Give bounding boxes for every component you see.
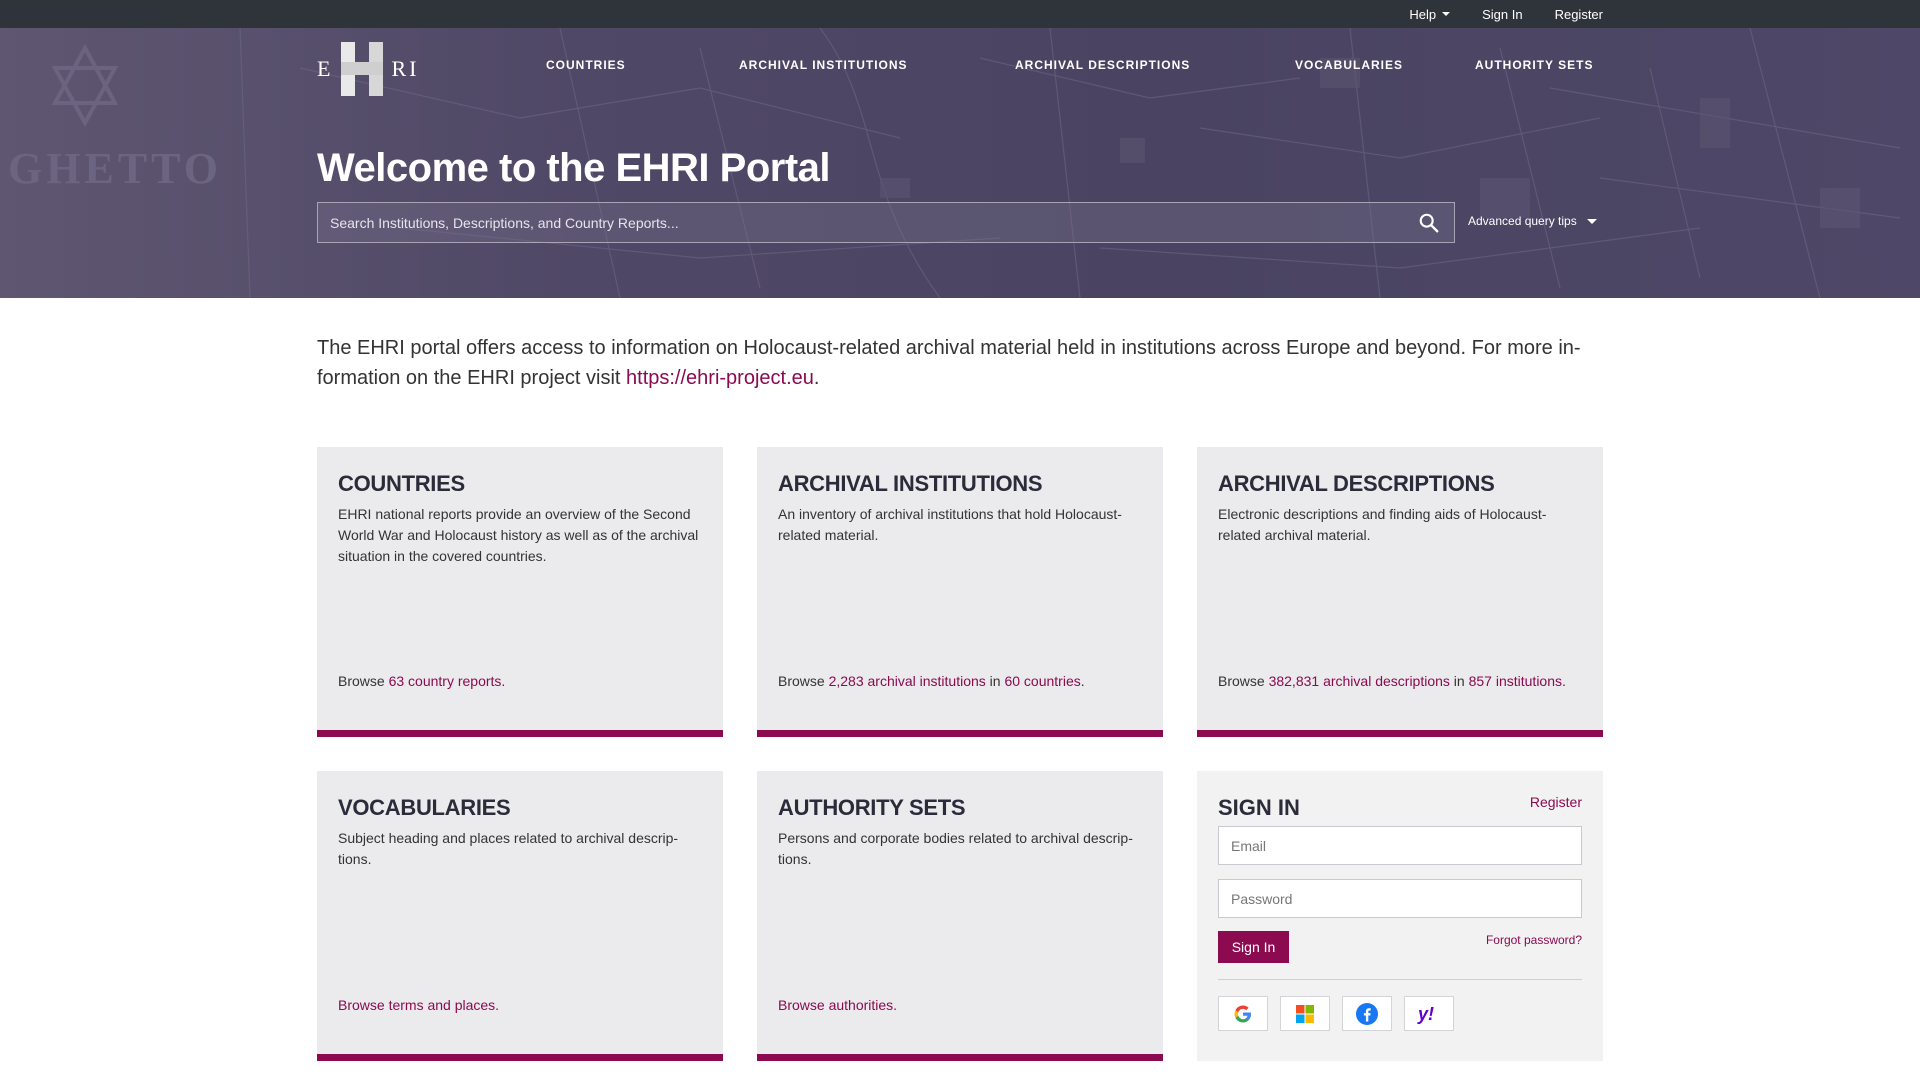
card-title[interactable]: ARCHIVAL DESCRIPTIONS <box>1218 471 1495 497</box>
logo-letters-ri: RI <box>391 56 420 81</box>
card-browse-line: Browse authorities. <box>778 997 897 1013</box>
institutions-link[interactable]: 2,283 archival institutions <box>829 673 986 689</box>
nav-archival-descriptions[interactable]: ARCHIVAL DESCRIPTIONS <box>1015 58 1190 82</box>
yahoo-icon: y! <box>1417 1004 1434 1024</box>
caret-down-icon <box>1586 218 1597 224</box>
browse-prefix: Browse <box>778 673 829 689</box>
map-background-image: GHETTO <box>8 28 1901 298</box>
page-title: Welcome to the EHRI Portal <box>317 146 831 190</box>
email-field[interactable] <box>1218 826 1582 865</box>
search-bar <box>317 202 1455 243</box>
help-menu[interactable]: Help <box>1409 6 1451 22</box>
browse-prefix: Browse <box>338 673 389 689</box>
browse-terms-link[interactable]: Browse terms and places. <box>338 997 499 1013</box>
card-archival-descriptions: ARCHIVAL DESCRIPTIONS Electronic descrip… <box>1197 447 1603 737</box>
ehri-project-link[interactable]: https://ehri-project.eu <box>626 367 814 389</box>
ghetto-watermark: GHETTO <box>8 144 222 193</box>
browse-authorities-link[interactable]: Browse authorities. <box>778 997 897 1013</box>
advanced-query-tips-toggle[interactable]: Advanced query tips <box>1468 214 1597 228</box>
password-field[interactable] <box>1218 879 1582 918</box>
card-title[interactable]: ARCHIVAL INSTITUTIONS <box>778 471 1043 497</box>
browse-mid: in <box>1449 673 1469 689</box>
forgot-password-link[interactable]: Forgot password? <box>1486 933 1582 947</box>
card-browse-line: Browse 63 country reports. <box>338 673 505 689</box>
svg-text:y!: y! <box>1417 1004 1434 1024</box>
microsoft-sign-in-button[interactable] <box>1280 996 1330 1031</box>
top-sign-in-link[interactable]: Sign In <box>1482 7 1522 22</box>
card-description: Persons and corporate bodies related to … <box>778 830 1133 867</box>
divider <box>1218 979 1582 980</box>
card-countries: COUNTRIES EHRI national reports provide … <box>317 447 723 737</box>
card-browse-line: Browse 382,831 archival descriptions in … <box>1218 673 1566 689</box>
microsoft-icon <box>1296 1004 1314 1023</box>
browse-suffix: . <box>1080 673 1085 689</box>
hero-banner: GHETTO E RI COUNTRIES ARCHIVAL INSTITUTI… <box>0 28 1920 298</box>
country-reports-link[interactable]: 63 country reports <box>389 673 502 689</box>
facebook-icon <box>1356 1002 1378 1025</box>
top-register-link[interactable]: Register <box>1555 7 1603 22</box>
browse-prefix: Browse <box>1218 673 1269 689</box>
card-title[interactable]: AUTHORITY SETS <box>778 795 966 821</box>
intro-paragraph: The EHRI portal offers access to informa… <box>317 333 1607 393</box>
top-utility-bar: Help Sign In Register <box>0 0 1920 28</box>
browse-suffix: . <box>1562 673 1566 689</box>
ehri-logo[interactable]: E RI <box>317 41 419 97</box>
chevron-down-icon <box>1442 12 1451 16</box>
nav-vocabularies[interactable]: VOCABULARIES <box>1295 58 1403 82</box>
card-description: An inventory of archival institutions th… <box>778 506 1122 543</box>
sign-in-title: SIGN IN <box>1218 795 1300 820</box>
card-authority-sets: AUTHORITY SETS Persons and corporate bod… <box>757 771 1163 1061</box>
help-label: Help <box>1409 6 1437 22</box>
sign-in-panel: SIGN IN Register Sign In Forgot password… <box>1197 771 1603 1061</box>
card-title[interactable]: COUNTRIES <box>338 471 465 497</box>
card-description: Subject heading and places related to ar… <box>338 830 679 867</box>
utility-links: Help Sign In Register <box>1409 0 1603 28</box>
nav-authority-sets[interactable]: AUTHORITY SETS <box>1475 58 1593 82</box>
descriptions-link[interactable]: 382,831 archival descriptions <box>1269 673 1450 689</box>
facebook-sign-in-button[interactable] <box>1342 996 1392 1031</box>
google-icon <box>1234 1005 1251 1022</box>
countries-link[interactable]: 60 countries <box>1004 673 1080 689</box>
intro-text: The EHRI portal offers access to informa… <box>317 337 1581 389</box>
google-sign-in-button[interactable] <box>1218 996 1268 1031</box>
logo-h-mark <box>337 42 387 96</box>
browse-suffix: . <box>501 673 506 689</box>
card-vocabularies: VOCABULARIES Subject heading and places … <box>317 771 723 1061</box>
advanced-query-tips-label: Advanced query tips <box>1468 214 1577 228</box>
search-input[interactable] <box>318 203 1398 242</box>
card-description: EHRI national reports provide an overvie… <box>338 506 699 564</box>
nav-archival-institutions[interactable]: ARCHIVAL INSTITUTIONS <box>739 58 908 82</box>
nav-countries[interactable]: COUNTRIES <box>546 58 626 82</box>
card-archival-institutions: ARCHIVAL INSTITUTIONS An inventory of ar… <box>757 447 1163 737</box>
institutions-count-link[interactable]: 857 institutions <box>1469 673 1562 689</box>
yahoo-sign-in-button[interactable]: y! <box>1404 996 1454 1031</box>
card-browse-line: Browse 2,283 archival institutions in 60… <box>778 673 1085 689</box>
logo-letter-e: E <box>317 56 334 81</box>
card-title[interactable]: VOCABULARIES <box>338 795 511 821</box>
intro-end: . <box>813 367 820 389</box>
sign-in-button[interactable]: Sign In <box>1218 931 1289 963</box>
card-browse-line: Browse terms and places. <box>338 997 499 1013</box>
browse-mid: in <box>985 673 1005 689</box>
search-icon[interactable] <box>1418 212 1440 234</box>
card-description: Electronic descriptions and finding aids… <box>1218 506 1547 543</box>
register-link[interactable]: Register <box>1530 794 1582 810</box>
